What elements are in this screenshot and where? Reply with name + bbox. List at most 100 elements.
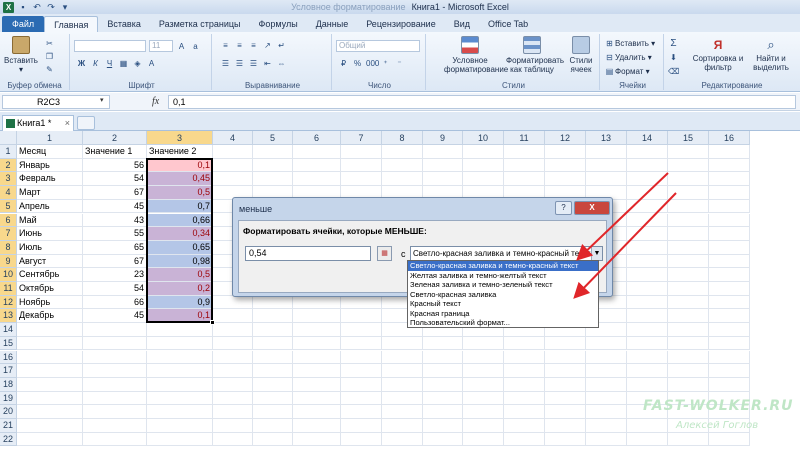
align-left-icon[interactable]: ☰ (220, 58, 231, 69)
grid-cell[interactable] (668, 213, 709, 228)
grid-cell[interactable] (709, 158, 750, 173)
undo-icon[interactable]: ↶ (32, 2, 42, 12)
grid-cell[interactable] (586, 419, 627, 433)
range-select-icon[interactable]: ▦ (377, 246, 392, 261)
grid-cell[interactable] (293, 336, 341, 351)
grid-cell[interactable] (668, 282, 709, 296)
grid-cell[interactable] (17, 432, 83, 447)
value2-cell[interactable]: 0,2 (147, 282, 213, 296)
month-cell[interactable]: Март (17, 186, 83, 200)
grid-cell[interactable] (253, 377, 293, 392)
grid-cell[interactable] (253, 158, 293, 173)
grid-cell[interactable] (627, 295, 668, 310)
grid-cell[interactable] (586, 432, 627, 447)
grid-cell[interactable] (668, 323, 709, 337)
grid-cell[interactable] (253, 309, 293, 324)
column-header[interactable]: 9 (423, 131, 463, 145)
grid-cell[interactable] (586, 350, 627, 365)
align-middle-icon[interactable]: ≡ (234, 40, 245, 51)
align-bottom-icon[interactable]: ≡ (248, 40, 259, 51)
grid-cell[interactable] (504, 336, 545, 351)
grid-cell[interactable] (709, 336, 750, 351)
grid-cell[interactable] (504, 145, 545, 159)
grid-cell[interactable] (341, 158, 382, 173)
column-header[interactable]: 14 (627, 131, 668, 145)
grid-cell[interactable] (586, 172, 627, 187)
close-button[interactable]: X (574, 201, 610, 215)
row-header[interactable]: 16 (0, 350, 17, 365)
month-cell[interactable]: Октябрь (17, 282, 83, 296)
row-header[interactable]: 10 (0, 268, 17, 282)
value1-cell[interactable]: 66 (83, 295, 147, 310)
grid-cell[interactable] (423, 145, 463, 159)
row-header[interactable]: 3 (0, 172, 17, 187)
format-option[interactable]: Желтая заливка и темно-желтый текст (408, 271, 598, 281)
grid-cell[interactable] (627, 350, 668, 365)
grid-cell[interactable] (627, 227, 668, 241)
tab-page-layout[interactable]: Разметка страницы (150, 16, 250, 32)
grid-cell[interactable] (423, 350, 463, 365)
value2-cell[interactable]: 0,1 (147, 158, 213, 173)
grid-cell[interactable] (709, 172, 750, 187)
grid-cell[interactable] (586, 158, 627, 173)
grid-cell[interactable] (463, 377, 504, 392)
value2-cell[interactable]: 0,9 (147, 295, 213, 310)
grid-cell[interactable] (627, 158, 668, 173)
grid-cell[interactable] (423, 405, 463, 419)
value2-cell[interactable]: 0,7 (147, 199, 213, 214)
month-cell[interactable]: Июнь (17, 227, 83, 241)
row-header[interactable]: 14 (0, 323, 17, 337)
grid-cell[interactable] (147, 419, 213, 433)
grid-cell[interactable] (423, 391, 463, 406)
grid-cell[interactable] (213, 172, 253, 187)
borders-icon[interactable]: ▦ (118, 58, 129, 69)
align-top-icon[interactable]: ≡ (220, 40, 231, 51)
grid-cell[interactable] (423, 364, 463, 378)
grid-cell[interactable] (423, 158, 463, 173)
grid-cell[interactable] (293, 419, 341, 433)
grid-cell[interactable] (627, 186, 668, 200)
grid-cell[interactable] (586, 364, 627, 378)
grid-cell[interactable] (341, 391, 382, 406)
grid-cell[interactable] (341, 350, 382, 365)
threshold-value-input[interactable]: 0,54 (245, 246, 371, 261)
tab-insert[interactable]: Вставка (98, 16, 149, 32)
grid-cell[interactable] (341, 295, 382, 310)
grid-cell[interactable] (147, 336, 213, 351)
excel-logo-icon[interactable]: X (3, 1, 14, 13)
grid-cell[interactable] (709, 227, 750, 241)
indent-icon[interactable]: ⇤ (262, 58, 273, 69)
grid-cell[interactable] (627, 254, 668, 269)
shrink-font-icon[interactable]: a (190, 41, 201, 52)
customize-qat-icon[interactable]: ▾ (60, 2, 70, 12)
grid-cell[interactable] (341, 145, 382, 159)
grid-cell[interactable] (668, 172, 709, 187)
grid-cell[interactable] (17, 336, 83, 351)
grid-cell[interactable] (668, 254, 709, 269)
paste-button[interactable]: Вставить ▾ (3, 36, 39, 74)
value1-cell[interactable]: 45 (83, 309, 147, 324)
grid-cell[interactable] (545, 419, 586, 433)
underline-icon[interactable]: Ч (104, 58, 115, 69)
grid-cell[interactable] (668, 268, 709, 282)
grid-cell[interactable] (83, 405, 147, 419)
grid-cell[interactable] (382, 419, 423, 433)
grid-cell[interactable] (147, 350, 213, 365)
grid-cell[interactable] (382, 145, 423, 159)
grid-cell[interactable] (83, 432, 147, 447)
select-all-corner[interactable] (0, 131, 17, 145)
column-header[interactable]: 11 (504, 131, 545, 145)
grid-cell[interactable] (504, 158, 545, 173)
grid-cell[interactable] (17, 419, 83, 433)
grid-cell[interactable] (213, 145, 253, 159)
tab-office-tab[interactable]: Office Tab (479, 16, 537, 32)
grid-cell[interactable] (709, 377, 750, 392)
grid-cell[interactable] (213, 419, 253, 433)
grid-cell[interactable] (382, 391, 423, 406)
grid-cell[interactable] (586, 336, 627, 351)
month-cell[interactable]: Август (17, 254, 83, 269)
align-center-icon[interactable]: ☰ (234, 58, 245, 69)
grid-cell[interactable] (627, 309, 668, 324)
cell-styles-button[interactable]: Стили ячеек (566, 36, 596, 74)
grid-cell[interactable] (709, 145, 750, 159)
